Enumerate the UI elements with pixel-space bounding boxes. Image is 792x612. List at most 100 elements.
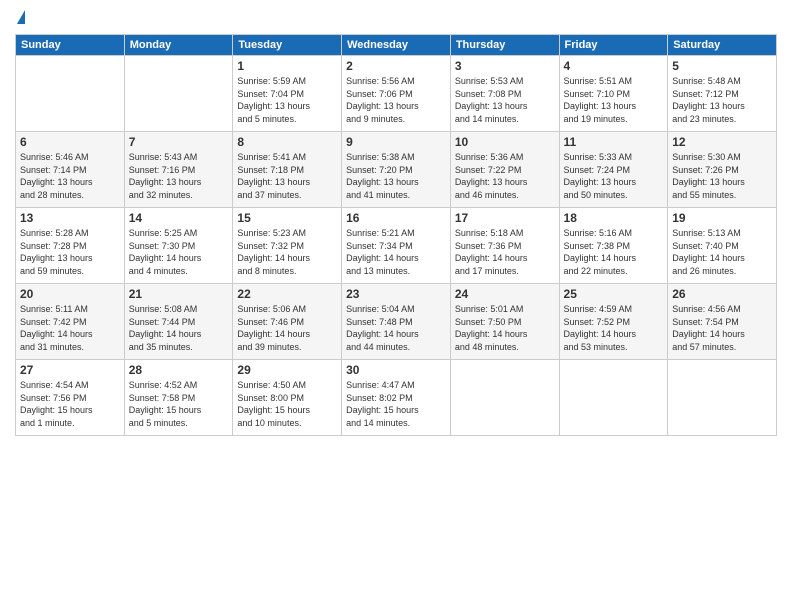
day-info: Sunrise: 5:01 AM Sunset: 7:50 PM Dayligh… [455, 303, 555, 353]
day-info: Sunrise: 5:33 AM Sunset: 7:24 PM Dayligh… [564, 151, 664, 201]
day-info: Sunrise: 5:23 AM Sunset: 7:32 PM Dayligh… [237, 227, 337, 277]
day-info: Sunrise: 5:13 AM Sunset: 7:40 PM Dayligh… [672, 227, 772, 277]
calendar-cell: 21 Sunrise: 5:08 AM Sunset: 7:44 PM Dayli… [124, 284, 233, 360]
day-number: 21 [129, 287, 229, 301]
calendar-cell: 18Sunrise: 5:16 AM Sunset: 7:38 PM Dayli… [559, 208, 668, 284]
day-info: Sunrise: 5:18 AM Sunset: 7:36 PM Dayligh… [455, 227, 555, 277]
calendar-cell: 11Sunrise: 5:33 AM Sunset: 7:24 PM Dayli… [559, 132, 668, 208]
day-info: Sunrise: 5:56 AM Sunset: 7:06 PM Dayligh… [346, 75, 446, 125]
day-number: 5 [672, 59, 772, 73]
day-info: Sunrise: 5:41 AM Sunset: 7:18 PM Dayligh… [237, 151, 337, 201]
calendar-cell: 9 Sunrise: 5:38 AM Sunset: 7:20 PM Daylig… [342, 132, 451, 208]
calendar-cell: 30 Sunrise: 4:47 AM Sunset: 8:02 PM Dayli… [342, 360, 451, 436]
day-info: Sunrise: 5:46 AM Sunset: 7:14 PM Dayligh… [20, 151, 120, 201]
day-number: 25 [564, 287, 664, 301]
day-info: Sunrise: 5:28 AM Sunset: 7:28 PM Dayligh… [20, 227, 120, 277]
day-number: 9 [346, 135, 446, 149]
day-number: 6 [20, 135, 120, 149]
calendar-week-1: 6 Sunrise: 5:46 AM Sunset: 7:14 PM Daylig… [16, 132, 777, 208]
calendar-cell: 16 Sunrise: 5:21 AM Sunset: 7:34 PM Dayli… [342, 208, 451, 284]
day-number: 20 [20, 287, 120, 301]
day-number: 19 [672, 211, 772, 225]
calendar-cell: 1 Sunrise: 5:59 AM Sunset: 7:04 PM Daylig… [233, 56, 342, 132]
day-number: 27 [20, 363, 120, 377]
calendar-table: SundayMondayTuesdayWednesdayThursdayFrid… [15, 34, 777, 436]
calendar-cell: 19 Sunrise: 5:13 AM Sunset: 7:40 PM Dayli… [668, 208, 777, 284]
day-number: 28 [129, 363, 229, 377]
calendar-cell: 8 Sunrise: 5:41 AM Sunset: 7:18 PM Daylig… [233, 132, 342, 208]
day-number: 15 [237, 211, 337, 225]
day-info: Sunrise: 5:53 AM Sunset: 7:08 PM Dayligh… [455, 75, 555, 125]
col-header-monday: Monday [124, 35, 233, 56]
day-number: 29 [237, 363, 337, 377]
day-number: 16 [346, 211, 446, 225]
day-number: 23 [346, 287, 446, 301]
day-info: Sunrise: 5:25 AM Sunset: 7:30 PM Dayligh… [129, 227, 229, 277]
calendar-cell: 4Sunrise: 5:51 AM Sunset: 7:10 PM Daylig… [559, 56, 668, 132]
day-number: 2 [346, 59, 446, 73]
day-info: Sunrise: 4:47 AM Sunset: 8:02 PM Dayligh… [346, 379, 446, 429]
calendar-cell: 27 Sunrise: 4:54 AM Sunset: 7:56 PM Dayli… [16, 360, 125, 436]
day-info: Sunrise: 5:06 AM Sunset: 7:46 PM Dayligh… [237, 303, 337, 353]
calendar-cell: 14 Sunrise: 5:25 AM Sunset: 7:30 PM Dayli… [124, 208, 233, 284]
day-number: 8 [237, 135, 337, 149]
col-header-thursday: Thursday [450, 35, 559, 56]
day-number: 13 [20, 211, 120, 225]
col-header-sunday: Sunday [16, 35, 125, 56]
day-number: 17 [455, 211, 555, 225]
day-info: Sunrise: 4:50 AM Sunset: 8:00 PM Dayligh… [237, 379, 337, 429]
calendar-cell [124, 56, 233, 132]
calendar-cell: 10 Sunrise: 5:36 AM Sunset: 7:22 PM Dayli… [450, 132, 559, 208]
day-number: 12 [672, 135, 772, 149]
day-info: Sunrise: 5:11 AM Sunset: 7:42 PM Dayligh… [20, 303, 120, 353]
calendar-cell: 25 Sunrise: 4:59 AM Sunset: 7:52 PM Dayli… [559, 284, 668, 360]
day-info: Sunrise: 5:36 AM Sunset: 7:22 PM Dayligh… [455, 151, 555, 201]
day-info: Sunrise: 4:59 AM Sunset: 7:52 PM Dayligh… [564, 303, 664, 353]
calendar-cell: 2 Sunrise: 5:56 AM Sunset: 7:06 PM Daylig… [342, 56, 451, 132]
calendar-cell: 26 Sunrise: 4:56 AM Sunset: 7:54 PM Dayli… [668, 284, 777, 360]
calendar-cell: 6 Sunrise: 5:46 AM Sunset: 7:14 PM Daylig… [16, 132, 125, 208]
calendar-cell: 24 Sunrise: 5:01 AM Sunset: 7:50 PM Dayli… [450, 284, 559, 360]
day-info: Sunrise: 5:08 AM Sunset: 7:44 PM Dayligh… [129, 303, 229, 353]
day-info: Sunrise: 4:54 AM Sunset: 7:56 PM Dayligh… [20, 379, 120, 429]
day-info: Sunrise: 5:59 AM Sunset: 7:04 PM Dayligh… [237, 75, 337, 125]
calendar-cell: 15 Sunrise: 5:23 AM Sunset: 7:32 PM Dayli… [233, 208, 342, 284]
logo-triangle-icon [17, 10, 25, 24]
calendar-cell: 3 Sunrise: 5:53 AM Sunset: 7:08 PM Daylig… [450, 56, 559, 132]
day-number: 14 [129, 211, 229, 225]
calendar-cell [559, 360, 668, 436]
col-header-tuesday: Tuesday [233, 35, 342, 56]
calendar-cell [450, 360, 559, 436]
day-info: Sunrise: 5:21 AM Sunset: 7:34 PM Dayligh… [346, 227, 446, 277]
day-number: 1 [237, 59, 337, 73]
col-header-friday: Friday [559, 35, 668, 56]
calendar-cell: 22 Sunrise: 5:06 AM Sunset: 7:46 PM Dayli… [233, 284, 342, 360]
col-header-saturday: Saturday [668, 35, 777, 56]
calendar-week-3: 20 Sunrise: 5:11 AM Sunset: 7:42 PM Dayli… [16, 284, 777, 360]
day-number: 30 [346, 363, 446, 377]
calendar-week-4: 27 Sunrise: 4:54 AM Sunset: 7:56 PM Dayli… [16, 360, 777, 436]
day-info: Sunrise: 5:30 AM Sunset: 7:26 PM Dayligh… [672, 151, 772, 201]
day-info: Sunrise: 5:04 AM Sunset: 7:48 PM Dayligh… [346, 303, 446, 353]
calendar-week-0: 1 Sunrise: 5:59 AM Sunset: 7:04 PM Daylig… [16, 56, 777, 132]
day-info: Sunrise: 4:56 AM Sunset: 7:54 PM Dayligh… [672, 303, 772, 353]
calendar-header-row: SundayMondayTuesdayWednesdayThursdayFrid… [16, 35, 777, 56]
calendar-cell: 17 Sunrise: 5:18 AM Sunset: 7:36 PM Dayli… [450, 208, 559, 284]
day-info: Sunrise: 5:48 AM Sunset: 7:12 PM Dayligh… [672, 75, 772, 125]
day-info: Sunrise: 5:38 AM Sunset: 7:20 PM Dayligh… [346, 151, 446, 201]
calendar-cell: 28Sunrise: 4:52 AM Sunset: 7:58 PM Dayli… [124, 360, 233, 436]
day-number: 3 [455, 59, 555, 73]
day-number: 24 [455, 287, 555, 301]
col-header-wednesday: Wednesday [342, 35, 451, 56]
day-number: 4 [564, 59, 664, 73]
calendar-cell: 7Sunrise: 5:43 AM Sunset: 7:16 PM Daylig… [124, 132, 233, 208]
calendar-cell: 12 Sunrise: 5:30 AM Sunset: 7:26 PM Dayli… [668, 132, 777, 208]
day-number: 10 [455, 135, 555, 149]
calendar-cell: 23 Sunrise: 5:04 AM Sunset: 7:48 PM Dayli… [342, 284, 451, 360]
day-number: 22 [237, 287, 337, 301]
calendar-cell: 5 Sunrise: 5:48 AM Sunset: 7:12 PM Daylig… [668, 56, 777, 132]
day-number: 18 [564, 211, 664, 225]
day-number: 26 [672, 287, 772, 301]
logo [15, 10, 25, 26]
day-info: Sunrise: 5:43 AM Sunset: 7:16 PM Dayligh… [129, 151, 229, 201]
